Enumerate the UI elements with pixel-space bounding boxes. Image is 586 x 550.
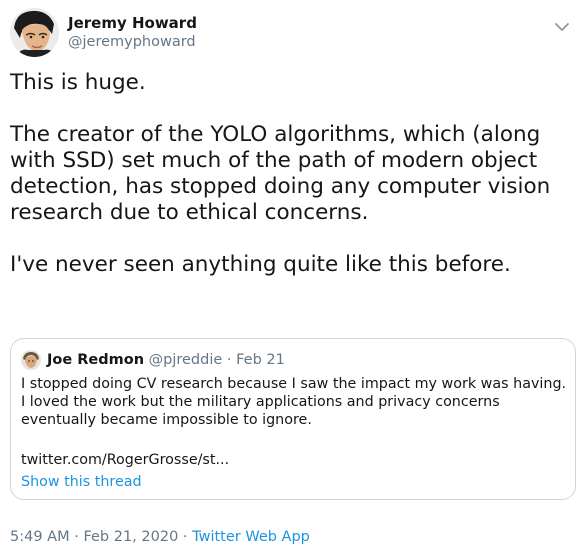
quoted-date[interactable]: Feb 21 [236,352,285,368]
quoted-author-avatar[interactable] [21,350,41,370]
tweet-time[interactable]: 5:49 AM [10,529,70,545]
tweet-footer: 5:49 AM · Feb 21, 2020 · Twitter Web App [10,527,310,547]
footer-separator: · [74,529,79,545]
quoted-tweet-text: I stopped doing CV research because I sa… [21,376,567,428]
tweet-header: Jeremy Howard @jeremyphoward [10,8,576,60]
tweet-date[interactable]: Feb 21, 2020 [83,529,178,545]
quoted-tweet-link[interactable]: twitter.com/RogerGrosse/st... [21,451,229,469]
tweet-text: This is huge. The creator of the YOLO al… [10,70,551,277]
chevron-down-icon[interactable] [554,18,570,31]
tweet-source[interactable]: Twitter Web App [192,529,310,545]
footer-separator: · [182,529,188,545]
quoted-tweet[interactable]: Joe Redmon @pjreddie · Feb 21 I stopped … [10,338,576,500]
author-name[interactable]: Jeremy Howard [68,14,197,32]
author-handle[interactable]: @jeremyphoward [68,34,196,50]
author-avatar[interactable] [10,8,59,57]
show-thread-link[interactable]: Show this thread [21,473,142,491]
quoted-author-name[interactable]: Joe Redmon [47,352,144,368]
quoted-tweet-header: Joe Redmon @pjreddie · Feb 21 [47,350,285,370]
quoted-author-handle[interactable]: @pjreddie [149,352,223,368]
quoted-separator: · [226,352,232,368]
